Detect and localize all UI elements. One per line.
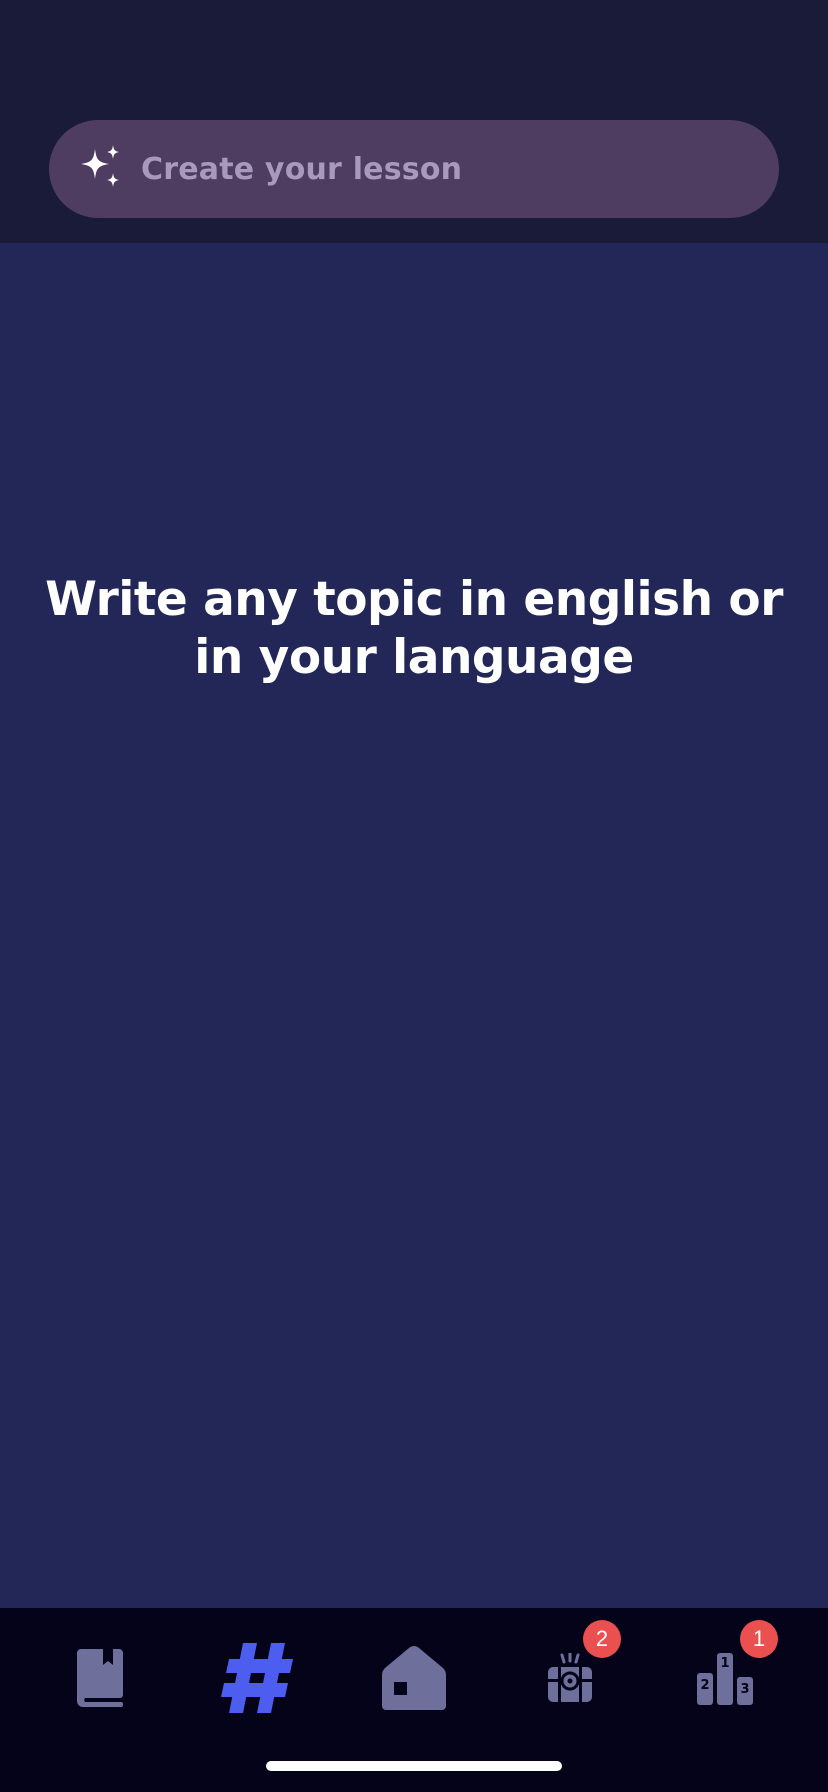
book-icon (75, 1649, 125, 1707)
hashtag-icon (219, 1643, 295, 1713)
header-bar: Create your lesson (0, 0, 828, 243)
tab-home[interactable] (344, 1628, 484, 1728)
tab-leaderboard[interactable]: 2 1 3 1 (655, 1620, 795, 1728)
tab-rewards[interactable]: 2 (500, 1620, 640, 1728)
create-lesson-input[interactable]: Create your lesson (49, 120, 779, 218)
svg-text:2: 2 (700, 1678, 709, 1693)
treasure-chest-icon (545, 1653, 595, 1703)
home-icon (381, 1646, 447, 1710)
podium-icon: 2 1 3 (695, 1651, 755, 1705)
svg-text:1: 1 (720, 1656, 729, 1671)
bottom-tab-bar: 2 2 1 3 1 (0, 1608, 828, 1792)
svg-text:3: 3 (740, 1682, 749, 1697)
leaderboard-badge: 1 (740, 1620, 778, 1658)
sparkles-icon (77, 143, 125, 195)
create-lesson-placeholder: Create your lesson (141, 151, 463, 187)
tab-topics[interactable] (187, 1628, 327, 1728)
rewards-badge: 2 (583, 1620, 621, 1658)
main-content: Write any topic in english or in your la… (0, 243, 828, 1608)
tab-library[interactable] (30, 1628, 170, 1728)
topic-prompt-text: Write any topic in english or in your la… (45, 572, 783, 685)
home-indicator (266, 1761, 562, 1771)
